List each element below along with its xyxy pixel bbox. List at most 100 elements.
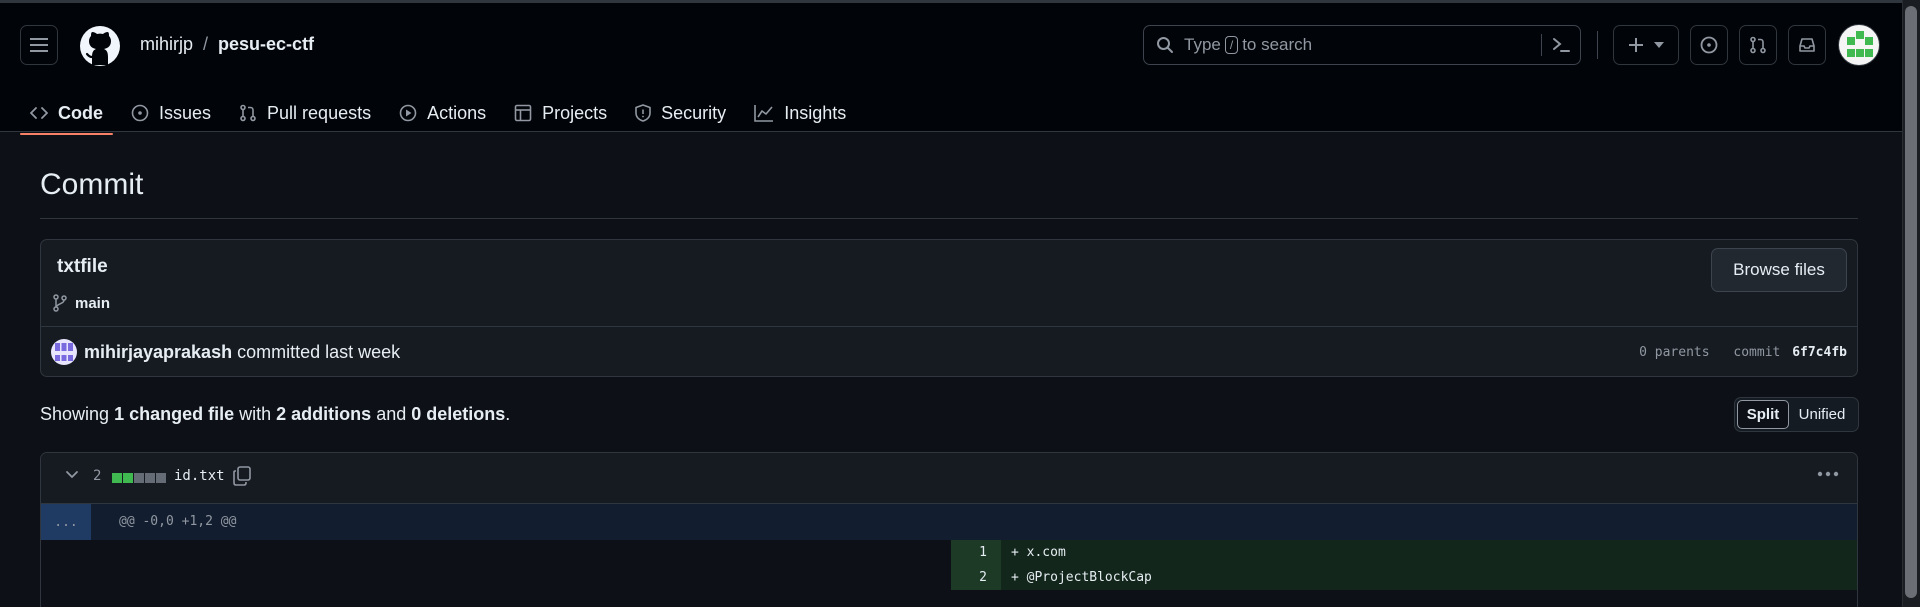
tab-actions[interactable]: Actions — [389, 91, 496, 135]
tab-security-label: Security — [661, 102, 727, 123]
commit-box: txtfile main Browse files mihirjayapraka… — [40, 239, 1858, 377]
issues-button[interactable] — [1690, 25, 1728, 65]
file-diff: 2 id.txt ... @@ -0,0 +1,2 @@ 1 + x.com 2… — [40, 452, 1858, 607]
diff-line: 1 + x.com — [41, 540, 1857, 565]
table-icon — [514, 104, 532, 122]
tab-code[interactable]: Code — [20, 91, 113, 135]
header-divider — [1597, 31, 1598, 59]
tab-insights-label: Insights — [784, 102, 847, 123]
summary-deletions: 0 deletions — [411, 404, 506, 424]
tab-projects[interactable]: Projects — [504, 91, 617, 135]
plus-icon — [1629, 38, 1643, 52]
added-line-code: + x.com — [1001, 540, 1857, 565]
hunk-expand-button[interactable]: ... — [41, 504, 91, 540]
added-line-code: + @ProjectBlockCap — [1001, 565, 1857, 590]
github-logo-icon[interactable] — [79, 25, 121, 67]
unified-view-button[interactable]: Unified — [1789, 400, 1855, 429]
hunk-header-row: ... @@ -0,0 +1,2 @@ — [41, 504, 1857, 540]
breadcrumb-separator: / — [203, 34, 209, 54]
diffstat-block-added — [112, 473, 122, 483]
commit-meta: 0 parents commit 6f7c4fb — [1639, 345, 1847, 360]
branch-name: main — [75, 294, 111, 312]
scrollbar-thumb[interactable] — [1905, 6, 1917, 598]
breadcrumb-repo[interactable]: pesu-ec-ctf — [218, 34, 314, 55]
issue-opened-icon — [1700, 36, 1718, 54]
file-header: 2 id.txt — [41, 453, 1857, 504]
shield-icon — [635, 104, 651, 122]
search-divider — [1541, 34, 1542, 56]
tab-pull-requests[interactable]: Pull requests — [229, 91, 381, 135]
page-title: Commit — [40, 168, 144, 201]
summary-end: . — [505, 404, 511, 424]
commit-branch[interactable]: main — [53, 294, 110, 312]
commit-author-line: mihirjayaprakash committed last week — [84, 342, 400, 363]
git-branch-icon — [53, 294, 67, 312]
copy-icon[interactable] — [233, 466, 251, 486]
diffstat-bar — [112, 473, 166, 483]
summary-changed-files: 1 changed file — [114, 404, 235, 424]
tab-code-label: Code — [58, 102, 103, 123]
hunk-header-text: @@ -0,0 +1,2 @@ — [119, 514, 237, 529]
diffstat-block-neutral — [156, 473, 166, 483]
tab-actions-label: Actions — [427, 102, 487, 123]
pull-requests-button[interactable] — [1739, 25, 1777, 65]
breadcrumb: mihirjp / pesu-ec-ctf — [140, 34, 314, 55]
search-icon — [1157, 37, 1173, 53]
command-palette-icon[interactable] — [1552, 37, 1570, 53]
commit-footer: mihirjayaprakash committed last week 0 p… — [41, 327, 1857, 376]
scrollbar[interactable] — [1902, 0, 1920, 607]
commit-label: commit — [1733, 345, 1781, 360]
tab-issues[interactable]: Issues — [121, 91, 221, 135]
tab-security[interactable]: Security — [625, 91, 736, 135]
git-pull-request-icon — [240, 104, 256, 122]
menu-button[interactable] — [20, 25, 58, 65]
search-input[interactable]: Type / to search — [1143, 25, 1581, 65]
file-change-count: 2 — [93, 468, 102, 484]
split-view-button[interactable]: Split — [1737, 400, 1789, 429]
top-header: mihirjp / pesu-ec-ctf Type / to search C… — [0, 0, 1920, 135]
kebab-horizontal-icon[interactable] — [1817, 471, 1839, 477]
search-shortcut-key: / — [1224, 36, 1239, 54]
identicon-icon — [1847, 31, 1873, 57]
search-placeholder-suffix: to search — [1242, 35, 1313, 54]
chevron-down-icon[interactable] — [65, 470, 79, 480]
file-name[interactable]: id.txt — [174, 468, 225, 484]
commit-time-text: committed last week — [237, 342, 401, 362]
git-pull-request-icon — [1750, 36, 1766, 54]
triangle-down-icon — [1654, 42, 1664, 48]
browse-files-button[interactable]: Browse files — [1711, 248, 1847, 292]
commit-sha[interactable]: 6f7c4fb — [1792, 345, 1847, 360]
code-icon — [30, 107, 48, 119]
diffstat-block-neutral — [134, 473, 144, 483]
breadcrumb-owner[interactable]: mihirjp — [140, 34, 193, 55]
summary-additions: 2 additions — [276, 404, 372, 424]
line-number[interactable]: 2 — [951, 565, 1001, 590]
title-divider — [40, 218, 1858, 219]
inbox-button[interactable] — [1788, 25, 1826, 65]
summary-and: and — [376, 404, 407, 424]
diffstat-block-added — [123, 473, 133, 483]
repo-tabs: Code Issues Pull requests Actions Projec… — [20, 91, 864, 135]
tab-projects-label: Projects — [542, 102, 608, 123]
issue-opened-icon — [131, 104, 149, 122]
diffstat-block-neutral — [145, 473, 155, 483]
diff-summary: Showing 1 changed file with 2 additions … — [40, 404, 510, 425]
commit-message: txtfile — [57, 256, 108, 277]
graph-icon — [754, 105, 774, 122]
inbox-icon — [1799, 38, 1815, 52]
author-avatar[interactable] — [51, 339, 77, 365]
parents-count: 0 parents — [1639, 345, 1710, 360]
hamburger-icon — [30, 38, 48, 52]
author-name[interactable]: mihirjayaprakash — [84, 342, 232, 362]
play-icon — [399, 104, 417, 122]
summary-with: with — [239, 404, 272, 424]
line-number[interactable]: 1 — [951, 540, 1001, 565]
commit-header: txtfile main Browse files — [41, 240, 1857, 327]
user-avatar[interactable] — [1838, 24, 1880, 66]
tab-insights[interactable]: Insights — [744, 91, 856, 135]
summary-prefix: Showing — [40, 404, 110, 424]
tab-issues-label: Issues — [159, 102, 212, 123]
create-new-button[interactable] — [1613, 25, 1679, 65]
identicon-icon — [55, 343, 73, 361]
diff-view-toggle: Split Unified — [1734, 397, 1859, 432]
